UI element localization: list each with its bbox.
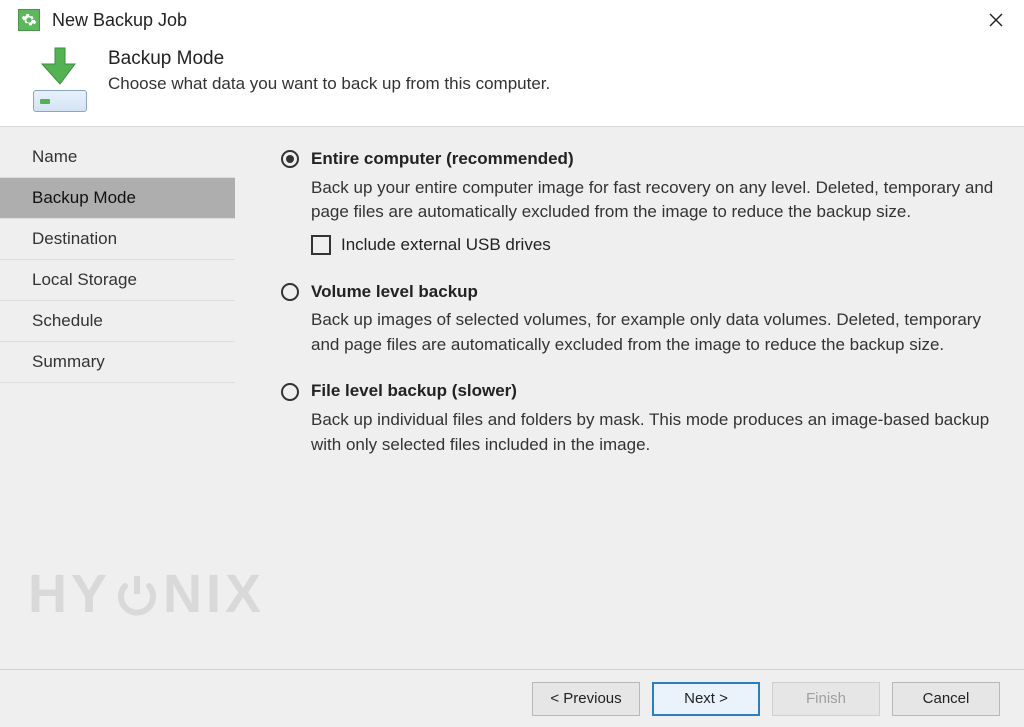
- option-title: File level backup (slower): [311, 379, 517, 404]
- gear-icon: [18, 9, 40, 31]
- option-volume-level: Volume level backup Back up images of se…: [281, 280, 996, 358]
- header-subtitle: Choose what data you want to back up fro…: [108, 74, 550, 94]
- cancel-button[interactable]: Cancel: [892, 682, 1000, 716]
- step-destination[interactable]: Destination: [0, 219, 235, 260]
- radio-volume-level[interactable]: [281, 283, 299, 301]
- step-backup-mode[interactable]: Backup Mode: [0, 178, 235, 219]
- drive-icon: [33, 90, 87, 112]
- step-summary[interactable]: Summary: [0, 342, 235, 383]
- radio-file-level[interactable]: [281, 383, 299, 401]
- checkbox-include-usb[interactable]: [311, 235, 331, 255]
- option-description: Back up individual files and folders by …: [311, 408, 996, 457]
- step-schedule[interactable]: Schedule: [0, 301, 235, 342]
- backup-arrow-icon: [30, 46, 90, 112]
- previous-button[interactable]: < Previous: [532, 682, 640, 716]
- option-title: Entire computer (recommended): [311, 147, 574, 172]
- wizard-window: New Backup Job Backup Mode Choose what d…: [0, 0, 1024, 727]
- step-name[interactable]: Name: [0, 137, 235, 178]
- next-button[interactable]: Next >: [652, 682, 760, 716]
- step-local-storage[interactable]: Local Storage: [0, 260, 235, 301]
- option-description: Back up images of selected volumes, for …: [311, 308, 996, 357]
- option-entire-computer: Entire computer (recommended) Back up yo…: [281, 147, 996, 258]
- option-file-level: File level backup (slower) Back up indiv…: [281, 379, 996, 457]
- wizard-header: Backup Mode Choose what data you want to…: [0, 36, 1024, 126]
- wizard-footer: < Previous Next > Finish Cancel: [0, 669, 1024, 727]
- window-title: New Backup Job: [52, 10, 187, 31]
- titlebar: New Backup Job: [0, 0, 1024, 36]
- close-button[interactable]: [976, 4, 1016, 36]
- radio-entire-computer[interactable]: [281, 150, 299, 168]
- checkbox-label: Include external USB drives: [341, 233, 551, 258]
- option-title: Volume level backup: [311, 280, 478, 305]
- content-pane: Entire computer (recommended) Back up yo…: [235, 127, 1024, 669]
- header-title: Backup Mode: [108, 48, 550, 70]
- wizard-steps: Name Backup Mode Destination Local Stora…: [0, 127, 235, 669]
- finish-button: Finish: [772, 682, 880, 716]
- option-description: Back up your entire computer image for f…: [311, 176, 996, 225]
